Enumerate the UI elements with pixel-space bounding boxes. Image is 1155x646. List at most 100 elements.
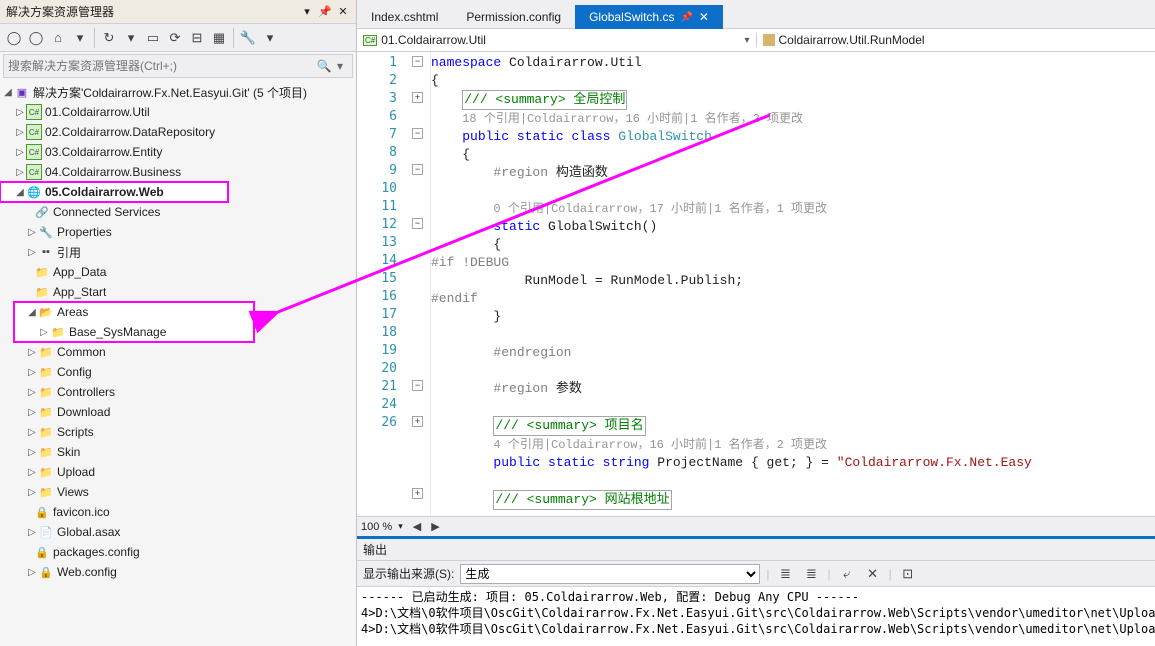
search-dd-icon[interactable]: ▾ (332, 59, 348, 73)
nav-left-icon[interactable]: ◀ (413, 520, 421, 533)
expand-icon[interactable]: ▷ (26, 247, 38, 258)
expand-icon[interactable]: ▷ (14, 147, 26, 158)
connected-services[interactable]: 🔗Connected Services (0, 202, 356, 222)
folder-item[interactable]: ▷📁Common (0, 342, 356, 362)
pin-icon[interactable]: 📌 (680, 12, 692, 23)
collapse-icon[interactable]: ⊟ (187, 28, 207, 48)
expand-icon[interactable]: ▷ (14, 107, 26, 118)
expand-icon[interactable]: ◢ (2, 87, 14, 98)
fold-icon[interactable]: − (412, 56, 423, 67)
tab-index[interactable]: Index.cshtml (357, 5, 452, 29)
expand-icon[interactable]: ▷ (14, 127, 26, 138)
file-item[interactable]: ▷🔒Web.config (0, 562, 356, 582)
file-item[interactable]: ▷📄Global.asax (0, 522, 356, 542)
fwd-icon[interactable]: ◯ (26, 28, 46, 48)
folder-open-icon: 📂 (38, 304, 54, 320)
clear2-icon[interactable]: ✕ (863, 564, 883, 584)
wrench-icon[interactable]: 🔧 (238, 28, 258, 48)
doc-icon[interactable]: ▭ (143, 28, 163, 48)
close-icon[interactable]: ✕ (699, 10, 709, 24)
chevron3-icon[interactable]: ▾ (260, 28, 280, 48)
nav-member[interactable]: Coldairarrow.Util.RunModel (757, 33, 1155, 47)
references-node[interactable]: ▷▪▪引用 (0, 242, 356, 262)
dropdown-icon[interactable]: ▾ (300, 5, 314, 19)
fold-icon[interactable]: − (412, 164, 423, 175)
properties-node[interactable]: ▷🔧Properties (0, 222, 356, 242)
fold-icon[interactable]: − (412, 128, 423, 139)
chevron2-icon[interactable]: ▾ (121, 28, 141, 48)
fold-icon[interactable]: − (412, 380, 423, 391)
folder-item[interactable]: 📁App_Data (0, 262, 356, 282)
folder-item[interactable]: ▷📁Scripts (0, 422, 356, 442)
find-icon[interactable]: ⊡ (898, 564, 918, 584)
tab-globalswitch[interactable]: GlobalSwitch.cs 📌 ✕ (575, 5, 723, 29)
chevron-down-icon[interactable]: ▾ (398, 521, 403, 532)
search-icon[interactable]: 🔍 (316, 59, 332, 73)
fold-icon[interactable]: − (412, 218, 423, 229)
tab-label: GlobalSwitch.cs (589, 10, 674, 24)
folder-icon: 📁 (38, 424, 54, 440)
folder-item[interactable]: ▷📁Views (0, 482, 356, 502)
code-area[interactable]: namespace Coldairarrow.Util { /// <summa… (431, 52, 1155, 516)
close-icon[interactable]: ✕ (336, 5, 350, 19)
home-icon[interactable]: ⌂ (48, 28, 68, 48)
expand-icon[interactable]: ▷ (26, 347, 38, 358)
csharp-project-icon: C# (26, 144, 42, 160)
pin-icon[interactable]: 📌 (318, 5, 332, 19)
nav-right-icon[interactable]: ▶ (431, 520, 439, 533)
output-text[interactable]: ------ 已启动生成: 项目: 05.Coldairarrow.Web, 配… (357, 587, 1155, 646)
expand-icon[interactable]: ▷ (26, 227, 38, 238)
sync-icon[interactable]: ↻ (99, 28, 119, 48)
refresh-icon[interactable]: ⟳ (165, 28, 185, 48)
expand-icon[interactable]: ▷ (26, 527, 38, 538)
nav-project[interactable]: C# 01.Coldairarrow.Util ▾ (357, 33, 757, 47)
expand-icon[interactable]: ▷ (26, 467, 38, 478)
search-input[interactable] (8, 59, 316, 73)
fold-icon[interactable]: + (412, 92, 423, 103)
solution-tree[interactable]: ◢ ▣ 解决方案'Coldairarrow.Fx.Net.Easyui.Git'… (0, 80, 356, 646)
back-icon[interactable]: ◯ (4, 28, 24, 48)
clear-icon[interactable]: ≣ (775, 564, 795, 584)
areas-child[interactable]: ▷📁Base_SysManage (14, 322, 254, 342)
folder-item[interactable]: ▷📁Upload (0, 462, 356, 482)
expand-icon[interactable]: ▷ (14, 167, 26, 178)
fold-margin[interactable]: − + − − − − + + (409, 52, 431, 516)
expand-icon[interactable]: ▷ (26, 407, 38, 418)
showall-icon[interactable]: ▦ (209, 28, 229, 48)
file-item[interactable]: 🔒favicon.ico (0, 502, 356, 522)
folder-item[interactable]: ▷📁Config (0, 362, 356, 382)
zoom-value[interactable]: 100 % (361, 521, 392, 533)
project-item[interactable]: ▷C#01.Coldairarrow.Util (0, 102, 356, 122)
fold-icon[interactable]: + (412, 488, 423, 499)
expand-icon[interactable]: ▷ (26, 487, 38, 498)
chevron-down-icon[interactable]: ▾ (744, 35, 749, 46)
chevron-icon[interactable]: ▾ (70, 28, 90, 48)
folder-item[interactable]: 📁App_Start (0, 282, 356, 302)
folder-item[interactable]: ▷📁Download (0, 402, 356, 422)
folder-item[interactable]: ▷📁Skin (0, 442, 356, 462)
solution-root[interactable]: ◢ ▣ 解决方案'Coldairarrow.Fx.Net.Easyui.Git'… (0, 82, 356, 102)
file-item[interactable]: 🔒packages.config (0, 542, 356, 562)
expand-icon[interactable]: ▷ (38, 327, 50, 338)
tab-permission[interactable]: Permission.config (452, 5, 575, 29)
search-box[interactable]: 🔍 ▾ (3, 54, 353, 78)
code-editor[interactable]: 12367891011121314151617181920212426 − + … (357, 52, 1155, 516)
fold-icon[interactable]: + (412, 416, 423, 427)
expand-icon[interactable]: ◢ (14, 187, 26, 198)
folder-item[interactable]: ▷📁Controllers (0, 382, 356, 402)
toggle-icon[interactable]: ≣ (801, 564, 821, 584)
expand-icon[interactable]: ▷ (26, 427, 38, 438)
expand-icon[interactable]: ◢ (26, 307, 38, 318)
areas-folder[interactable]: ◢📂Areas (14, 302, 254, 322)
project-item[interactable]: ▷C#03.Coldairarrow.Entity (0, 142, 356, 162)
output-source-select[interactable]: 生成 (460, 564, 760, 584)
expand-icon[interactable]: ▷ (26, 367, 38, 378)
project-item[interactable]: ▷C#04.Coldairarrow.Business (0, 162, 356, 182)
web-project[interactable]: ◢🌐05.Coldairarrow.Web (0, 182, 228, 202)
project-item[interactable]: ▷C#02.Coldairarrow.DataRepository (0, 122, 356, 142)
expand-icon[interactable]: ▷ (26, 387, 38, 398)
wrap-icon[interactable]: ⤶ (837, 564, 857, 584)
expand-icon[interactable]: ▷ (26, 447, 38, 458)
expand-icon[interactable]: ▷ (26, 567, 38, 578)
output-toolbar: 显示输出来源(S): 生成 | ≣ ≣ | ⤶ ✕ | ⊡ (357, 561, 1155, 587)
